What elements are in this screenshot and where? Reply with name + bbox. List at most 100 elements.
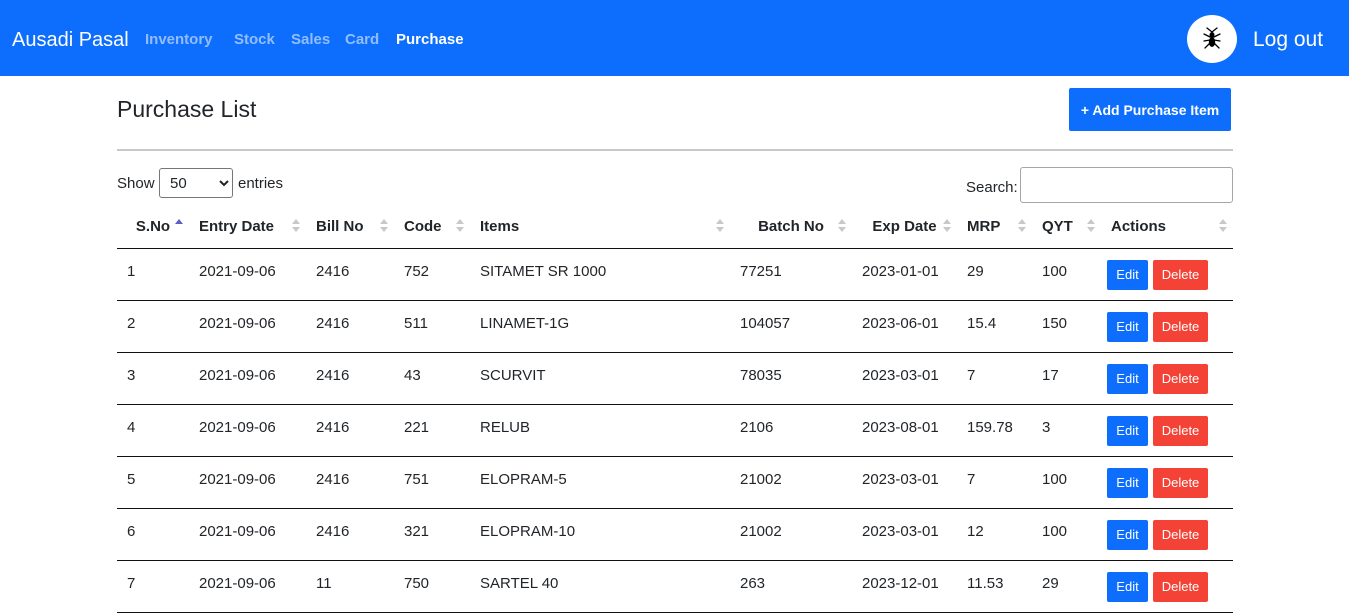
edit-button[interactable]: Edit [1107, 363, 1148, 394]
column-header-exp-date[interactable]: Exp Date [852, 206, 957, 249]
cell-entry-date: 2021-09-06 [189, 300, 306, 353]
logout-link[interactable]: Log out [1253, 28, 1323, 52]
sort-icon [292, 218, 300, 234]
edit-button[interactable]: Edit [1107, 519, 1148, 550]
cell-qyt: 100 [1032, 508, 1101, 561]
sort-descending-icon [943, 227, 951, 232]
column-header-label: Exp Date [872, 218, 937, 236]
column-header-s-no[interactable]: S.No [117, 206, 189, 249]
table-header-row: S.No Entry Date Bill No Code Items Batch No Ex… [117, 206, 1233, 249]
page-title: Purchase List [117, 96, 257, 122]
entries-per-page-select[interactable]: 102550100 [159, 168, 233, 198]
column-header-label: Entry Date [199, 218, 275, 236]
cell-exp-date: 2023-08-01 [852, 404, 957, 457]
delete-button[interactable]: Delete [1153, 571, 1208, 602]
nav-link-purchase[interactable]: Purchase [396, 31, 464, 49]
delete-button[interactable]: Delete [1153, 363, 1208, 394]
add-purchase-item-button[interactable]: + Add Purchase Item [1069, 88, 1231, 131]
brand-logo-text[interactable]: Ausadi Pasal [12, 28, 129, 52]
cell-entry-date: 2021-09-06 [189, 404, 306, 457]
sort-ascending-icon [1219, 219, 1227, 224]
cell-bill-no: 2416 [306, 404, 394, 457]
cell-actions: Edit Delete [1101, 300, 1233, 353]
sort-ascending-icon [716, 219, 724, 224]
sort-icon [943, 218, 951, 234]
edit-button[interactable]: Edit [1107, 311, 1148, 342]
edit-button[interactable]: Edit [1107, 415, 1148, 446]
cell-code: 43 [394, 352, 470, 405]
cell-actions: Edit Delete [1101, 248, 1233, 301]
cell-batch-no: 104057 [730, 300, 852, 353]
delete-button[interactable]: Delete [1153, 519, 1208, 550]
cell-batch-no: 21002 [730, 456, 852, 509]
cell-bill-no: 2416 [306, 508, 394, 561]
table-row: 1 2021-09-06 2416 752 SITAMET SR 1000 77251 20… [117, 248, 1233, 301]
column-header-actions[interactable]: Actions [1101, 206, 1233, 249]
search-input[interactable] [1020, 167, 1233, 203]
edit-button[interactable]: Edit [1107, 571, 1148, 602]
cell-batch-no: 2106 [730, 404, 852, 457]
nav-link-inventory[interactable]: Inventory [145, 31, 213, 49]
cell-item: SCURVIT [470, 352, 730, 405]
column-header-qyt[interactable]: QYT [1032, 206, 1101, 249]
delete-button[interactable]: Delete [1153, 415, 1208, 446]
cell-bill-no: 2416 [306, 300, 394, 353]
cell-code: 751 [394, 456, 470, 509]
sort-icon [1087, 218, 1095, 234]
cell-code: 750 [394, 560, 470, 613]
column-header-label: Batch No [758, 218, 824, 236]
column-header-label: Code [404, 218, 442, 236]
edit-button[interactable]: Edit [1107, 467, 1148, 498]
cell-code: 511 [394, 300, 470, 353]
nav-link-card[interactable]: Card [345, 31, 379, 49]
avatar[interactable] [1187, 15, 1237, 63]
delete-button[interactable]: Delete [1153, 311, 1208, 342]
sort-ascending-icon [943, 219, 951, 224]
cell-item: RELUB [470, 404, 730, 457]
cell-item: LINAMET-1G [470, 300, 730, 353]
sort-icon [380, 218, 388, 234]
cell-actions: Edit Delete [1101, 508, 1233, 561]
column-header-mrp[interactable]: MRP [957, 206, 1032, 249]
column-header-batch-no[interactable]: Batch No [730, 206, 852, 249]
cell-actions: Edit Delete [1101, 352, 1233, 405]
column-header-entry-date[interactable]: Entry Date [189, 206, 306, 249]
cell-bill-no: 11 [306, 560, 394, 613]
cell-mrp: 7 [957, 456, 1032, 509]
cell-exp-date: 2023-01-01 [852, 248, 957, 301]
column-header-items[interactable]: Items [470, 206, 730, 249]
column-header-code[interactable]: Code [394, 206, 470, 249]
cell-mrp: 12 [957, 508, 1032, 561]
cell-item: SITAMET SR 1000 [470, 248, 730, 301]
spider-icon [1203, 27, 1221, 49]
column-header-label: MRP [967, 218, 1001, 236]
sort-icon [838, 218, 846, 234]
column-header-label: Actions [1111, 218, 1167, 236]
delete-button[interactable]: Delete [1153, 467, 1208, 498]
cell-sno: 4 [117, 404, 189, 457]
cell-bill-no: 2416 [306, 456, 394, 509]
cell-actions: Edit Delete [1101, 456, 1233, 509]
cell-qyt: 150 [1032, 300, 1101, 353]
sort-icon [456, 218, 464, 234]
edit-button[interactable]: Edit [1107, 259, 1148, 290]
table-row: 7 2021-09-06 11 750 SARTEL 40 263 2023-12-01 11… [117, 560, 1233, 613]
cell-entry-date: 2021-09-06 [189, 456, 306, 509]
sort-descending-icon [1087, 227, 1095, 232]
nav-link-stock[interactable]: Stock [234, 31, 275, 49]
cell-actions: Edit Delete [1101, 560, 1233, 613]
column-header-bill-no[interactable]: Bill No [306, 206, 394, 249]
navbar: Ausadi Pasal Inventory Stock Sales Card … [0, 0, 1349, 76]
sort-ascending-icon [456, 219, 464, 224]
sort-ascending-icon [380, 219, 388, 224]
cell-sno: 6 [117, 508, 189, 561]
cell-sno: 3 [117, 352, 189, 405]
cell-sno: 2 [117, 300, 189, 353]
nav-link-sales[interactable]: Sales [291, 31, 330, 49]
table-body: 1 2021-09-06 2416 752 SITAMET SR 1000 77251 20… [117, 248, 1233, 613]
search-label: Search: [966, 179, 1018, 196]
table-row: 4 2021-09-06 2416 221 RELUB 2106 2023-08-01 159… [117, 404, 1233, 457]
table-row: 2 2021-09-06 2416 511 LINAMET-1G 104057 2023-0… [117, 300, 1233, 353]
delete-button[interactable]: Delete [1153, 259, 1208, 290]
column-header-label: Items [480, 218, 520, 236]
